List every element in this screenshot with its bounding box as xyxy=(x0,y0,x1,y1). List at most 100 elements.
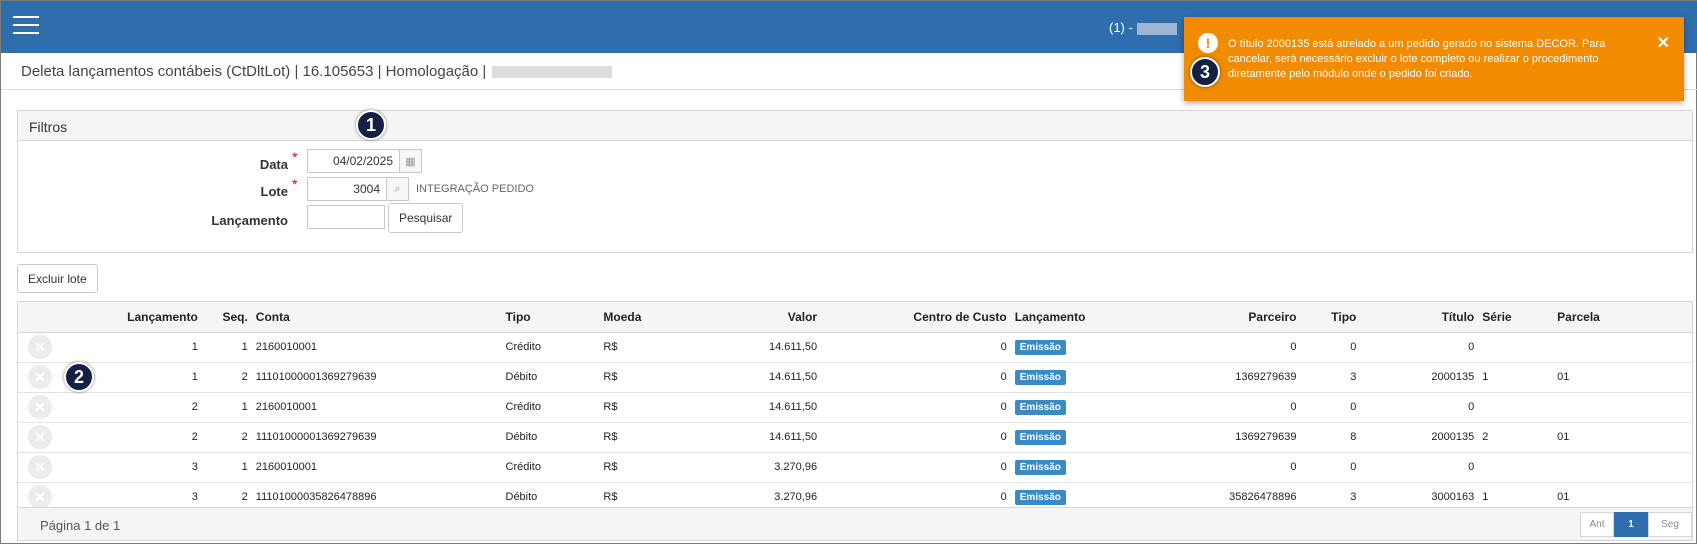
cell-parcela: 01 xyxy=(1553,362,1692,393)
cell-centro-custo: 0 xyxy=(821,332,1011,363)
warning-toast: ! O título 2000135 está atrelado a um pe… xyxy=(1184,17,1684,101)
cell-tipo: Débito xyxy=(501,422,600,453)
delete-row-icon[interactable]: ✕ xyxy=(27,395,52,419)
cell-valor: 3.270,96 xyxy=(671,452,822,483)
col-tipo: Tipo xyxy=(501,302,600,333)
cell-seq: 1 xyxy=(201,452,252,483)
status-badge: Emissão xyxy=(1014,459,1066,475)
col-parceiro: Parceiro xyxy=(1150,302,1301,333)
table-row: ✕ 2 2 11101000001369279639 Débito R$ 14.611,50… xyxy=(18,422,1692,453)
table-row: ✕ 1 1 2160010001 Crédito R$ 14.611,50 0 Emissão 0… xyxy=(18,332,1692,363)
step-marker-2: 2 xyxy=(64,362,94,392)
col-tipo-parceiro: Tipo xyxy=(1300,302,1361,333)
cell-tipo-parceiro: 0 xyxy=(1300,332,1361,363)
cell-parceiro: 1369279639 xyxy=(1150,362,1301,393)
close-icon[interactable]: ✕ xyxy=(1657,33,1670,53)
cell-seq: 2 xyxy=(201,422,252,453)
cell-moeda: R$ xyxy=(599,422,672,453)
cell-tipo-parceiro: 3 xyxy=(1300,362,1361,393)
pagination-bar: Página 1 de 1 Ant 1 Seg xyxy=(18,507,1692,540)
cell-parcela xyxy=(1553,332,1692,363)
cell-tipo: Crédito xyxy=(501,452,600,483)
cell-moeda: R$ xyxy=(599,362,672,393)
table-row: ✕ 2 1 2160010001 Crédito R$ 14.611,50 0 Emissão 0… xyxy=(18,392,1692,423)
cell-moeda: R$ xyxy=(599,452,672,483)
cell-serie: 2 xyxy=(1478,422,1554,453)
cell-moeda: R$ xyxy=(599,392,672,423)
lancamento-input[interactable] xyxy=(307,205,385,229)
required-mark: * xyxy=(292,176,298,192)
menu-icon[interactable] xyxy=(13,16,39,36)
next-page-button[interactable]: Seg xyxy=(1648,512,1692,537)
redacted-user xyxy=(1136,22,1177,35)
cell-titulo: 0 xyxy=(1360,392,1479,423)
user-info: (1) - xyxy=(1109,20,1177,35)
filters-panel: Filtros Data * ▦ Lote * ⌕ INTEGRAÇÃO PED… xyxy=(17,110,1693,253)
search-button[interactable]: Pesquisar xyxy=(388,203,464,233)
cell-titulo: 0 xyxy=(1360,452,1479,483)
table-row: ✕ 1 2 11101000001369279639 Débito R$ 14.611,50… xyxy=(18,362,1692,393)
cell-titulo: 2000135 xyxy=(1360,362,1479,393)
delete-row-icon[interactable]: ✕ xyxy=(27,455,52,479)
cell-centro-custo: 0 xyxy=(821,452,1011,483)
cell-tipo: Débito xyxy=(501,362,600,393)
user-label: (1) - xyxy=(1109,20,1133,35)
cell-parceiro: 0 xyxy=(1150,452,1301,483)
search-icon[interactable]: ⌕ xyxy=(387,177,409,201)
status-badge: Emissão xyxy=(1014,489,1066,505)
col-serie: Série xyxy=(1478,302,1554,333)
table-body: ✕ 1 1 2160010001 Crédito R$ 14.611,50 0 Emissão 0… xyxy=(18,332,1692,513)
cell-serie: 1 xyxy=(1478,362,1554,393)
step-marker-3: 3 xyxy=(1190,57,1220,87)
calendar-icon[interactable]: ▦ xyxy=(400,149,422,173)
row-actions: ✕ xyxy=(18,332,62,363)
toast-message: O título 2000135 está atrelado a um pedi… xyxy=(1228,38,1606,80)
cell-titulo: 2000135 xyxy=(1360,422,1479,453)
delete-row-icon[interactable]: ✕ xyxy=(27,425,52,449)
col-parcela: Parcela xyxy=(1553,302,1692,333)
lote-label: Lote xyxy=(260,184,288,199)
cell-lancamento-tipo: Emissão xyxy=(1010,332,1151,363)
row-actions: ✕ xyxy=(18,362,62,393)
cell-lancamento: 3 xyxy=(61,452,202,483)
cell-serie xyxy=(1478,332,1554,363)
cell-centro-custo: 0 xyxy=(821,362,1011,393)
cell-lancamento-tipo: Emissão xyxy=(1010,362,1151,393)
cell-seq: 1 xyxy=(201,332,252,363)
cell-parceiro: 0 xyxy=(1150,392,1301,423)
cell-lancamento: 2 xyxy=(61,392,202,423)
cell-valor: 14.611,50 xyxy=(671,392,822,423)
status-badge: Emissão xyxy=(1014,369,1066,385)
cell-conta: 11101000001369279639 xyxy=(251,422,502,453)
cell-lancamento-tipo: Emissão xyxy=(1010,452,1151,483)
prev-page-button[interactable]: Ant xyxy=(1580,512,1614,537)
cell-tipo-parceiro: 0 xyxy=(1300,452,1361,483)
col-lancamento: Lançamento xyxy=(61,302,202,333)
data-input[interactable] xyxy=(307,149,400,173)
col-conta: Conta xyxy=(251,302,502,333)
cell-conta: 11101000001369279639 xyxy=(251,362,502,393)
delete-row-icon[interactable]: ✕ xyxy=(27,485,52,509)
warning-icon: ! xyxy=(1198,33,1218,53)
cell-tipo-parceiro: 8 xyxy=(1300,422,1361,453)
row-actions: ✕ xyxy=(18,452,62,483)
cell-parcela xyxy=(1553,452,1692,483)
cell-conta: 2160010001 xyxy=(251,332,502,363)
col-actions xyxy=(18,302,62,333)
page-1-button[interactable]: 1 xyxy=(1614,512,1648,537)
row-actions: ✕ xyxy=(18,392,62,423)
cell-parceiro: 1369279639 xyxy=(1150,422,1301,453)
lote-input[interactable] xyxy=(307,177,387,201)
cell-tipo-parceiro: 0 xyxy=(1300,392,1361,423)
cell-titulo: 0 xyxy=(1360,332,1479,363)
required-mark: * xyxy=(292,149,298,165)
delete-lot-button[interactable]: Excluir lote xyxy=(17,264,98,293)
cell-conta: 2160010001 xyxy=(251,392,502,423)
col-seq: Seq. xyxy=(201,302,252,333)
col-centro-custo: Centro de Custo xyxy=(821,302,1011,333)
delete-row-icon[interactable]: ✕ xyxy=(27,335,52,359)
delete-row-icon[interactable]: ✕ xyxy=(27,365,52,389)
step-marker-1: 1 xyxy=(356,110,386,140)
cell-lancamento-tipo: Emissão xyxy=(1010,422,1151,453)
col-titulo: Título xyxy=(1360,302,1479,333)
